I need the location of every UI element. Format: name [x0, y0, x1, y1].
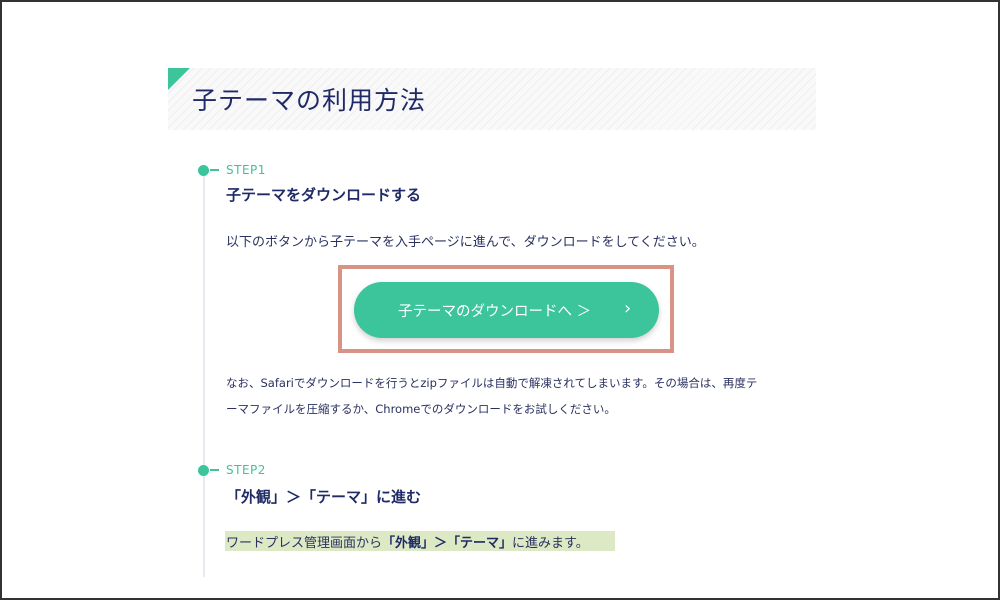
- step1-note-line1: なお、Safariでダウンロードを行うとzipファイルは自動で解凍されてしまいま…: [226, 376, 758, 390]
- heading-corner-accent: [168, 68, 190, 90]
- page-title: 子テーマの利用方法: [192, 86, 427, 115]
- step2-text-bold: 「外観」＞「テーマ」: [382, 536, 513, 551]
- step1-description: 以下のボタンから子テーマを入手ページに進んで、ダウンロードをしてください。: [226, 235, 705, 250]
- child-theme-download-button[interactable]: 子テーマのダウンロードへ ＞ ›: [354, 282, 659, 338]
- step1-label: STEP1: [226, 163, 266, 177]
- download-button-label: 子テーマのダウンロードへ ＞: [398, 304, 592, 320]
- step1-note-line2: ーマファイルを圧縮するか、Chromeでのダウンロードをお試しください。: [226, 402, 616, 416]
- step1-connector: [210, 169, 219, 171]
- step2-text-suffix: に進みます。: [512, 536, 589, 551]
- step2-text-prefix: ワードプレス管理画面から: [226, 536, 383, 551]
- screenshot-frame: 子テーマの利用方法 STEP1 子テーマをダウンロードする 以下のボタンから子テ…: [0, 0, 1000, 600]
- step2-description: ワードプレス管理画面から「外観」＞「テーマ」に進みます。: [226, 532, 589, 551]
- steps-timeline-line: [203, 170, 205, 577]
- step2-dot-icon: [198, 465, 209, 476]
- step2-title: 「外観」＞「テーマ」に進む: [226, 488, 422, 506]
- step1-dot-icon: [198, 165, 209, 176]
- step1-title: 子テーマをダウンロードする: [226, 186, 422, 204]
- step2-connector: [210, 469, 219, 471]
- section-heading: 子テーマの利用方法: [168, 68, 816, 130]
- step2-label: STEP2: [226, 463, 266, 477]
- chevron-right-icon: ›: [624, 298, 632, 319]
